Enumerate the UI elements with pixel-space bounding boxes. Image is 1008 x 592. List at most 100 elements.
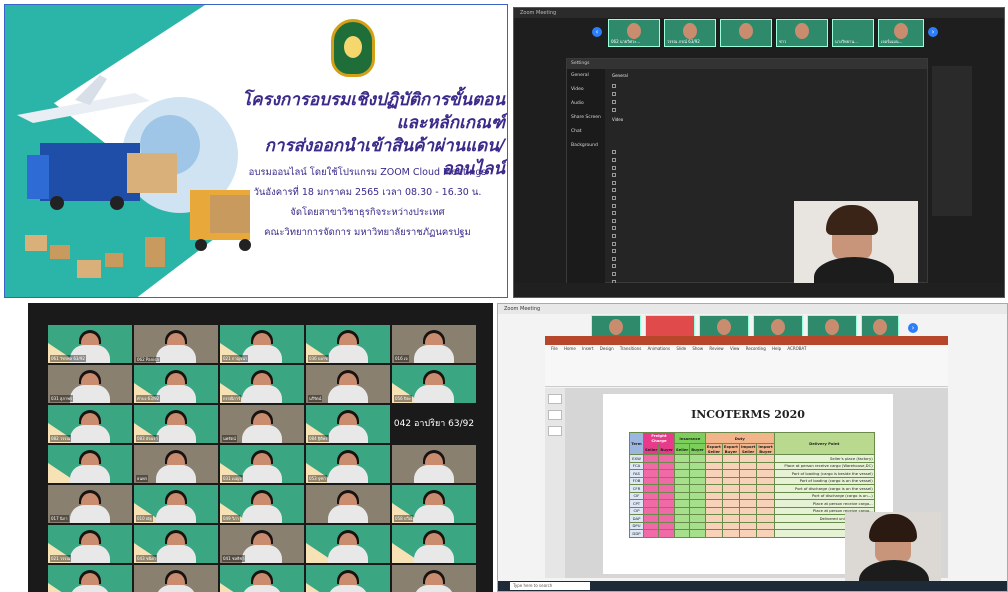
table-row: CFR Port of discharge (cargo is on the ve… bbox=[629, 484, 875, 493]
settings-checkbox[interactable] bbox=[612, 218, 619, 223]
table-row: FOB Port of loading (cargo is on the vess… bbox=[629, 476, 875, 485]
participant-tile[interactable] bbox=[306, 525, 390, 563]
settings-item-chat[interactable]: Chat bbox=[567, 125, 605, 139]
settings-checkbox[interactable] bbox=[612, 172, 619, 178]
participant-tile[interactable]: 084 ฐิติพร bbox=[306, 405, 390, 443]
table-row: DAPDelivered unloaded at the... bbox=[629, 514, 875, 523]
taskbar-search-input[interactable]: Type here to search bbox=[510, 582, 590, 590]
participant-tile[interactable]: 021 กาญจนา bbox=[220, 325, 304, 363]
participant-tile[interactable]: กรรณิการ์ bbox=[220, 365, 304, 403]
participant-tile[interactable]: 061 วัชรพล 63/92 bbox=[48, 325, 132, 363]
settings-checkbox[interactable] bbox=[612, 241, 619, 246]
university-seal bbox=[331, 19, 375, 77]
settings-checkbox[interactable] bbox=[612, 165, 619, 170]
settings-checkbox[interactable] bbox=[612, 99, 619, 104]
info-line-1: อบรมออนไลน์ โดยใช้โปรแกรม ZOOM Cloud Mee… bbox=[248, 167, 487, 178]
active-speaker-video bbox=[794, 201, 918, 285]
participant-tile[interactable]: 049 วิภา bbox=[220, 485, 304, 523]
participant-tile[interactable]: นรีรัตน์ bbox=[306, 365, 390, 403]
participant-thumb[interactable]: 062 นายวิศวะ... bbox=[608, 19, 660, 47]
participant-tile[interactable]: 041 ชลธิชา bbox=[220, 525, 304, 563]
next-page-button[interactable]: › bbox=[928, 27, 938, 37]
participant-tile[interactable]: 056 ปิยะ bbox=[392, 365, 476, 403]
settings-item-video[interactable]: Video bbox=[567, 83, 605, 97]
participant-thumb[interactable] bbox=[720, 19, 772, 47]
participant-tile[interactable]: 082 วรรณ bbox=[48, 405, 132, 443]
slide-thumb[interactable] bbox=[548, 394, 562, 404]
settings-checkbox[interactable] bbox=[612, 210, 619, 216]
section-video: Video bbox=[612, 117, 624, 122]
participant-tile[interactable]: 031 สุภาพร bbox=[48, 365, 132, 403]
settings-checkbox[interactable] bbox=[612, 225, 619, 231]
table-row: CPT Place at person receive cargo... bbox=[629, 499, 875, 508]
participant-tile[interactable] bbox=[306, 485, 390, 523]
slide-thumb[interactable] bbox=[548, 426, 562, 436]
participant-tile[interactable] bbox=[392, 565, 476, 592]
participant-tile[interactable]: 017 นิภา bbox=[48, 485, 132, 523]
participant-tile[interactable]: 061 อรทัย bbox=[220, 565, 304, 592]
settings-checkbox[interactable] bbox=[612, 263, 619, 269]
participant-tile[interactable]: 058 ปวีณ์ bbox=[392, 485, 476, 523]
info-line-3: จัดโดยสาขาวิชาธุรกิจระหว่างประเทศ bbox=[290, 207, 445, 218]
settings-checkbox[interactable] bbox=[612, 91, 619, 96]
participant-tile[interactable]: 010 ณัฐ bbox=[134, 485, 218, 523]
incoterms-table: Term Freight Charge Insurance Duty Delivery … bbox=[629, 432, 875, 538]
participant-thumb[interactable]: เจอร์มเมน... bbox=[878, 19, 924, 47]
settings-item-audio[interactable]: Audio bbox=[567, 97, 605, 111]
settings-checkbox[interactable] bbox=[612, 187, 619, 193]
settings-checkbox[interactable] bbox=[612, 203, 619, 208]
participant-tile[interactable]: 083 อัจฉรา bbox=[134, 405, 218, 443]
training-banner: โครงการอบรมเชิงปฏิบัติการขั้นตอนและหลักเ… bbox=[4, 4, 508, 298]
participant-tile[interactable]: 019 พีระพงษ์ bbox=[134, 565, 218, 592]
participant-tile[interactable]: นพรัตน์ bbox=[220, 405, 304, 443]
participant-tile[interactable]: 011 กมล bbox=[48, 565, 132, 592]
settings-checkbox[interactable] bbox=[612, 180, 619, 185]
participant-tile[interactable]: คำบง 63/92 bbox=[134, 365, 218, 403]
participant-tile[interactable]: 053 จุฑา bbox=[306, 445, 390, 483]
settings-checkbox[interactable] bbox=[612, 256, 619, 261]
settings-checkbox[interactable] bbox=[612, 233, 619, 238]
participant-thumb[interactable]: นางวิทยาน... bbox=[832, 19, 874, 47]
table-row: CIP Place at person receive cargo... bbox=[629, 506, 875, 515]
slide-thumb[interactable] bbox=[548, 410, 562, 420]
participant-tile[interactable]: 036 บงกช bbox=[306, 325, 390, 363]
next-page-button[interactable]: › bbox=[908, 323, 918, 333]
settings-checkbox[interactable] bbox=[612, 248, 619, 254]
participant-tile[interactable] bbox=[392, 525, 476, 563]
windows-taskbar: Type here to search bbox=[498, 581, 1007, 591]
participant-tile[interactable] bbox=[306, 565, 390, 592]
participant-tile[interactable]: 043 ชนิดา bbox=[134, 525, 218, 563]
participant-thumb[interactable]: ชาว bbox=[776, 19, 828, 47]
settings-sidebar: General Video Audio Share Screen Chat Ba… bbox=[567, 69, 605, 284]
participant-tile[interactable] bbox=[392, 445, 476, 483]
participant-tile[interactable]: 062 Panisa bbox=[134, 325, 218, 363]
settings-item-share[interactable]: Share Screen bbox=[567, 111, 605, 125]
settings-item-general[interactable]: General bbox=[567, 69, 605, 83]
participant-tile[interactable]: 021 วรรณ bbox=[48, 525, 132, 563]
table-row: CIF Port of discharge (cargo is on...) bbox=[629, 491, 875, 500]
settings-checkbox[interactable] bbox=[612, 107, 619, 112]
settings-checkbox[interactable] bbox=[612, 157, 619, 162]
windows-taskbar bbox=[514, 283, 1004, 297]
settings-title: Settings bbox=[567, 59, 927, 69]
participant-name-tile[interactable]: 042 อาปริยา 63/92 bbox=[392, 405, 476, 443]
title-line-1: โครงการอบรมเชิงปฏิบัติการขั้นตอนและหลักเ… bbox=[241, 90, 505, 133]
participant-tile[interactable] bbox=[48, 445, 132, 483]
settings-checkbox[interactable] bbox=[612, 271, 619, 276]
settings-checkbox[interactable] bbox=[612, 83, 619, 88]
prev-page-button[interactable]: ‹ bbox=[592, 27, 602, 37]
table-row: FCA Place at person receive cargo (Wareho… bbox=[629, 461, 875, 470]
table-row: EXW Seller's place (factory) bbox=[629, 454, 875, 463]
section-general: General bbox=[612, 73, 628, 78]
slide-title: INCOTERMS 2020 bbox=[691, 408, 805, 421]
participant-tile[interactable]: ธนพร bbox=[134, 445, 218, 483]
participant-tile[interactable]: 031 เบญจ bbox=[220, 445, 304, 483]
settings-item-background[interactable]: Background bbox=[567, 139, 605, 153]
table-row: FAS Port of loading (cargo is beside the … bbox=[629, 469, 875, 478]
table-row: Term Freight Charge Insurance Duty Delivery … bbox=[629, 432, 875, 455]
settings-checkbox[interactable] bbox=[612, 195, 619, 200]
participant-thumb[interactable]: วรรณ ภรณ์ 63/92 bbox=[664, 19, 716, 47]
settings-checkbox[interactable] bbox=[612, 149, 619, 155]
table-row: DDPDestination bbox=[629, 529, 875, 538]
participant-tile[interactable]: 016 เจ bbox=[392, 325, 476, 363]
